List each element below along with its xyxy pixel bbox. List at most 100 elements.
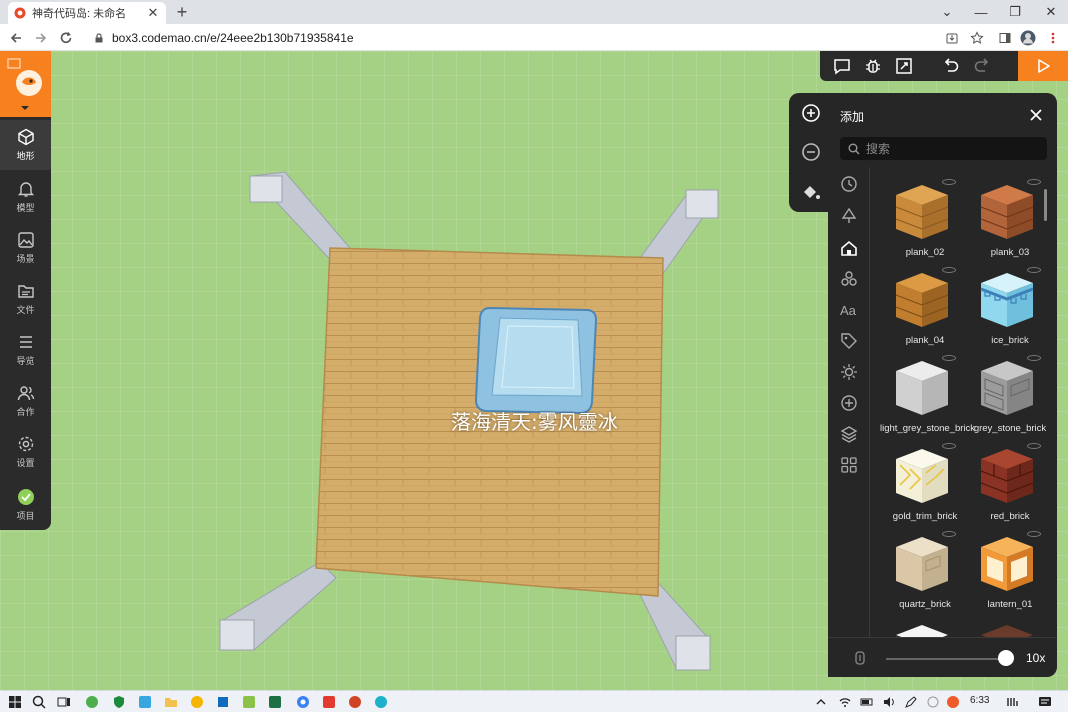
- favorite-ring-icon[interactable]: [942, 355, 956, 361]
- tab-close-icon[interactable]: ✕: [146, 5, 160, 21]
- app-icon[interactable]: [216, 695, 230, 709]
- category-light[interactable]: [838, 361, 860, 383]
- chat-button[interactable]: [832, 56, 852, 76]
- input-method-icon[interactable]: [926, 695, 940, 709]
- favorite-ring-icon[interactable]: [942, 179, 956, 185]
- windows-start-icon[interactable]: [8, 695, 22, 709]
- category-recent[interactable]: [838, 173, 860, 195]
- favorite-ring-icon[interactable]: [1027, 531, 1041, 537]
- powerpoint-icon[interactable]: [348, 695, 362, 709]
- excel-icon[interactable]: [268, 695, 282, 709]
- block-item[interactable]: gold_trim_brick: [880, 441, 964, 529]
- resize-button[interactable]: [894, 56, 914, 76]
- app-icon[interactable]: [242, 695, 256, 709]
- minimize-button[interactable]: —: [964, 0, 998, 24]
- favorite-ring-icon[interactable]: [1027, 267, 1041, 273]
- app-icon[interactable]: [138, 695, 152, 709]
- sidebar-item-file[interactable]: 文件: [0, 274, 51, 324]
- chevron-up-icon[interactable]: [814, 695, 828, 709]
- notification-icon[interactable]: [1038, 695, 1052, 709]
- reload-button[interactable]: [56, 28, 76, 48]
- favorite-ring-icon[interactable]: [942, 267, 956, 273]
- panel-scrollbar[interactable]: [1044, 189, 1047, 221]
- search-input[interactable]: [866, 141, 1036, 156]
- favorite-ring-icon[interactable]: [942, 531, 956, 537]
- panel-close-button[interactable]: [1028, 107, 1044, 123]
- tab-search-icon[interactable]: ⌄: [930, 0, 964, 24]
- forward-button[interactable]: [31, 28, 51, 48]
- app-icon[interactable]: [85, 695, 99, 709]
- remove-block-button[interactable]: [800, 141, 822, 163]
- block-item[interactable]: plank_02: [880, 177, 964, 265]
- sidebar-item-settings[interactable]: 设置: [0, 427, 51, 477]
- new-tab-button[interactable]: +: [172, 2, 192, 22]
- block-item[interactable]: red_brick: [965, 441, 1049, 529]
- add-block-button[interactable]: [800, 102, 822, 124]
- wifi-icon[interactable]: [838, 695, 852, 709]
- block-name: gold_trim_brick: [892, 511, 958, 522]
- sidebar-item-terrain[interactable]: 地形: [0, 120, 51, 170]
- redo-button[interactable]: [972, 56, 992, 76]
- codemao-logo[interactable]: [0, 51, 51, 117]
- favorite-ring-icon[interactable]: [1027, 443, 1041, 449]
- block-item[interactable]: light_grey_stone_brick: [880, 353, 975, 441]
- add-panel: 添加 Aa: [828, 93, 1057, 677]
- sidebar-item-project[interactable]: 项目: [0, 480, 51, 530]
- restore-button[interactable]: ❐: [998, 0, 1032, 24]
- category-all[interactable]: [838, 454, 860, 476]
- sidebar-item-model[interactable]: 模型: [0, 172, 51, 222]
- close-window-button[interactable]: ✕: [1034, 0, 1068, 24]
- install-app-icon[interactable]: [943, 29, 961, 47]
- chrome-icon[interactable]: [296, 695, 310, 709]
- profile-avatar[interactable]: [1019, 29, 1037, 47]
- windows-taskbar: 6:33: [0, 690, 1068, 712]
- pen-icon[interactable]: [904, 695, 918, 709]
- edge-icon[interactable]: [374, 695, 388, 709]
- category-building[interactable]: [838, 237, 860, 259]
- fill-button[interactable]: [800, 181, 822, 203]
- browser-tab[interactable]: 神奇代码岛: 未命名 ✕: [8, 2, 166, 24]
- run-button[interactable]: [1018, 51, 1068, 81]
- url-field[interactable]: box3.codemao.cn/e/24eee2b130b71935841e: [84, 27, 939, 48]
- app-icon[interactable]: [322, 695, 336, 709]
- slider-handle[interactable]: [998, 650, 1014, 666]
- battery-icon[interactable]: [860, 695, 874, 709]
- browser-menu-icon[interactable]: [1044, 29, 1062, 47]
- security-app-icon[interactable]: [112, 695, 126, 709]
- app-icon[interactable]: [190, 695, 204, 709]
- file-explorer-icon[interactable]: [164, 695, 178, 709]
- block-item-partial[interactable]: [965, 617, 1049, 637]
- block-item[interactable]: plank_04: [880, 265, 964, 353]
- block-item[interactable]: ice_brick: [965, 265, 1049, 353]
- search-box[interactable]: [840, 137, 1047, 160]
- sidebar-item-guide[interactable]: 导览: [0, 325, 51, 375]
- volume-icon[interactable]: [882, 695, 896, 709]
- category-ores[interactable]: [838, 268, 860, 290]
- trash-icon[interactable]: [854, 650, 866, 671]
- favorite-ring-icon[interactable]: [1027, 179, 1041, 185]
- side-panel-icon[interactable]: [996, 29, 1014, 47]
- favorite-ring-icon[interactable]: [942, 443, 956, 449]
- category-tags[interactable]: [838, 330, 860, 352]
- bookmark-star-icon[interactable]: [968, 29, 986, 47]
- block-item[interactable]: lantern_01: [965, 529, 1049, 617]
- category-layers[interactable]: [838, 423, 860, 445]
- block-item-partial[interactable]: [880, 617, 964, 637]
- sogou-icon[interactable]: [946, 695, 960, 709]
- search-icon[interactable]: [32, 695, 46, 709]
- block-item[interactable]: quartz_brick: [880, 529, 964, 617]
- undo-button[interactable]: [941, 56, 961, 76]
- keyboard-icon[interactable]: [1006, 695, 1020, 709]
- brush-size-slider[interactable]: [886, 658, 1004, 660]
- back-button[interactable]: [6, 28, 26, 48]
- task-view-icon[interactable]: [57, 695, 71, 709]
- debug-button[interactable]: [863, 56, 883, 76]
- category-text[interactable]: Aa: [838, 299, 860, 321]
- sidebar-item-scene[interactable]: 场景: [0, 223, 51, 273]
- category-add[interactable]: [838, 392, 860, 414]
- block-item[interactable]: plank_03: [965, 177, 1049, 265]
- sidebar-item-collab[interactable]: 合作: [0, 376, 51, 426]
- block-item[interactable]: grey_stone_brick: [965, 353, 1049, 441]
- favorite-ring-icon[interactable]: [1027, 355, 1041, 361]
- category-nature[interactable]: [838, 205, 860, 227]
